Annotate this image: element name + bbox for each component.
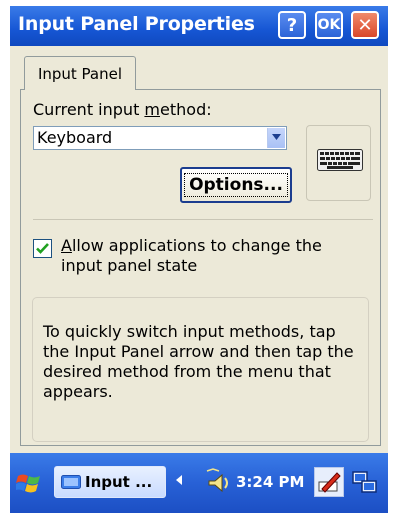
help-button[interactable]: ? bbox=[278, 11, 306, 39]
chevron-left-icon[interactable] bbox=[176, 475, 182, 485]
dropdown-arrow-button[interactable] bbox=[267, 128, 285, 148]
tab-panel: Current input method: Keyboard Options..… bbox=[20, 89, 381, 446]
options-button-label: Options... bbox=[184, 173, 288, 197]
speaker-icon[interactable] bbox=[205, 467, 231, 497]
allow-apps-checkbox[interactable] bbox=[33, 239, 52, 258]
title-bar: Input Panel Properties ? OK ✕ bbox=[10, 6, 388, 46]
taskbar-input-button[interactable]: Input ... bbox=[54, 466, 166, 498]
keyboard-icon bbox=[317, 149, 363, 171]
keyboard-icon-box bbox=[306, 125, 371, 201]
tab-input-panel[interactable]: Input Panel bbox=[24, 56, 136, 90]
taskbar: Input ... 3:24 PM bbox=[10, 453, 388, 513]
dialog-body: Input Panel Current input method: Keyboa… bbox=[10, 46, 388, 453]
input-pen-icon bbox=[318, 472, 341, 493]
input-method-dropdown[interactable]: Keyboard bbox=[33, 126, 287, 150]
info-text: To quickly switch input methods, tap the… bbox=[43, 322, 354, 401]
close-button[interactable]: ✕ bbox=[351, 11, 379, 39]
ok-button[interactable]: OK bbox=[315, 11, 343, 39]
divider bbox=[33, 219, 373, 220]
options-button[interactable]: Options... bbox=[180, 167, 292, 203]
window-title: Input Panel Properties bbox=[18, 13, 255, 35]
device-screen: Input Panel Properties ? OK ✕ Input Pane… bbox=[0, 0, 395, 513]
input-method-label: Current input method: bbox=[33, 100, 212, 119]
taskbar-input-label: Input ... bbox=[85, 473, 153, 491]
input-method-value: Keyboard bbox=[37, 128, 113, 147]
windows-flag-icon[interactable] bbox=[16, 471, 42, 497]
info-box: To quickly switch input methods, tap the… bbox=[32, 297, 369, 442]
checkmark-icon bbox=[36, 243, 49, 254]
close-icon: ✕ bbox=[357, 14, 373, 36]
network-icon[interactable] bbox=[351, 469, 379, 497]
clock[interactable]: 3:24 PM bbox=[236, 473, 304, 491]
allow-apps-label[interactable]: Allow applications to change the input p… bbox=[61, 236, 361, 276]
keyboard-icon bbox=[61, 475, 81, 489]
input-pen-button[interactable] bbox=[314, 467, 344, 497]
chevron-down-icon bbox=[272, 134, 281, 140]
